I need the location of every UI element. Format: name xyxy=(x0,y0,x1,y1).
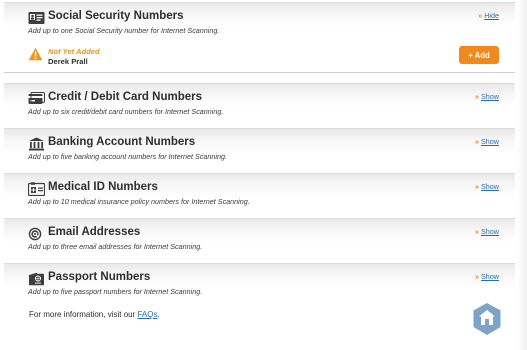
section-description: Add up to three email addresses for Inte… xyxy=(28,242,203,251)
show-toggle[interactable]: » Show xyxy=(475,137,499,146)
double-chevron-icon: » xyxy=(475,227,480,236)
at-sign-icon xyxy=(28,227,45,241)
section-description: Add up to six credit/debit card numbers … xyxy=(28,107,224,116)
page-edge-shadow xyxy=(517,0,527,350)
show-toggle[interactable]: » Show xyxy=(475,92,499,101)
section-ssn: Social Security Numbers Add up to one So… xyxy=(4,2,515,44)
footer-suffix: . xyxy=(157,310,160,319)
section-title: Medical ID Numbers xyxy=(48,181,158,193)
show-toggle[interactable]: » Show xyxy=(475,182,499,191)
section-title: Email Addresses xyxy=(48,226,141,238)
section-header-ssn: Social Security Numbers Add up to one So… xyxy=(4,2,515,44)
section-title: Banking Account Numbers xyxy=(48,136,196,148)
passport-icon xyxy=(28,272,45,286)
footer-prefix: For more information, visit our xyxy=(29,310,138,319)
section-description: Add up to 10 medical insurance policy nu… xyxy=(28,197,250,206)
bank-icon xyxy=(28,137,45,151)
section-email: Email Addresses Add up to three email ad… xyxy=(4,218,515,260)
show-link[interactable]: Show xyxy=(481,137,499,146)
id-card-icon xyxy=(28,11,45,25)
hide-link[interactable]: Hide xyxy=(484,11,499,20)
section-header-passport: Passport Numbers Add up to five passport… xyxy=(4,263,515,305)
show-link[interactable]: Show xyxy=(481,272,499,281)
warning-icon xyxy=(28,47,43,61)
section-description: Add up to one Social Security number for… xyxy=(28,26,220,35)
section-passport: Passport Numbers Add up to five passport… xyxy=(4,263,515,305)
section-banking: Banking Account Numbers Add up to five b… xyxy=(4,128,515,170)
show-link[interactable]: Show xyxy=(481,182,499,191)
medical-id-icon xyxy=(28,182,45,196)
section-medical: Medical ID Numbers Add up to 10 medical … xyxy=(4,173,515,215)
section-title: Credit / Debit Card Numbers xyxy=(48,91,202,103)
section-description: Add up to five banking account numbers f… xyxy=(28,152,227,161)
add-ssn-button[interactable]: + Add xyxy=(459,46,499,64)
hide-toggle[interactable]: » Hide xyxy=(478,11,499,20)
section-description: Add up to five passport numbers for Inte… xyxy=(28,287,203,296)
section-header-banking: Banking Account Numbers Add up to five b… xyxy=(4,128,515,170)
status-label: Not Yet Added xyxy=(48,47,100,56)
show-link[interactable]: Show xyxy=(481,227,499,236)
section-header-email: Email Addresses Add up to three email ad… xyxy=(4,218,515,260)
double-chevron-icon: » xyxy=(475,182,480,191)
show-toggle[interactable]: » Show xyxy=(475,272,499,281)
person-name: Derek Prall xyxy=(48,57,88,66)
double-chevron-icon: » xyxy=(475,137,480,146)
credit-card-icon xyxy=(28,92,45,106)
double-chevron-icon: » xyxy=(478,11,483,20)
section-header-credit: Credit / Debit Card Numbers Add up to si… xyxy=(4,83,515,125)
section-title: Passport Numbers xyxy=(48,271,151,283)
double-chevron-icon: » xyxy=(475,92,480,101)
section-credit-debit: Credit / Debit Card Numbers Add up to si… xyxy=(4,83,515,125)
ssn-entry-row: Not Yet Added Derek Prall + Add xyxy=(4,43,515,73)
section-title: Social Security Numbers xyxy=(48,10,184,22)
identity-monitoring-page: Social Security Numbers Add up to one So… xyxy=(0,0,527,350)
footer-info: For more information, visit our FAQs. xyxy=(29,310,160,319)
faqs-link[interactable]: FAQs xyxy=(137,310,157,319)
show-link[interactable]: Show xyxy=(481,92,499,101)
show-toggle[interactable]: » Show xyxy=(475,227,499,236)
house-shield-icon xyxy=(472,302,502,336)
double-chevron-icon: » xyxy=(475,272,480,281)
section-header-medical: Medical ID Numbers Add up to 10 medical … xyxy=(4,173,515,215)
